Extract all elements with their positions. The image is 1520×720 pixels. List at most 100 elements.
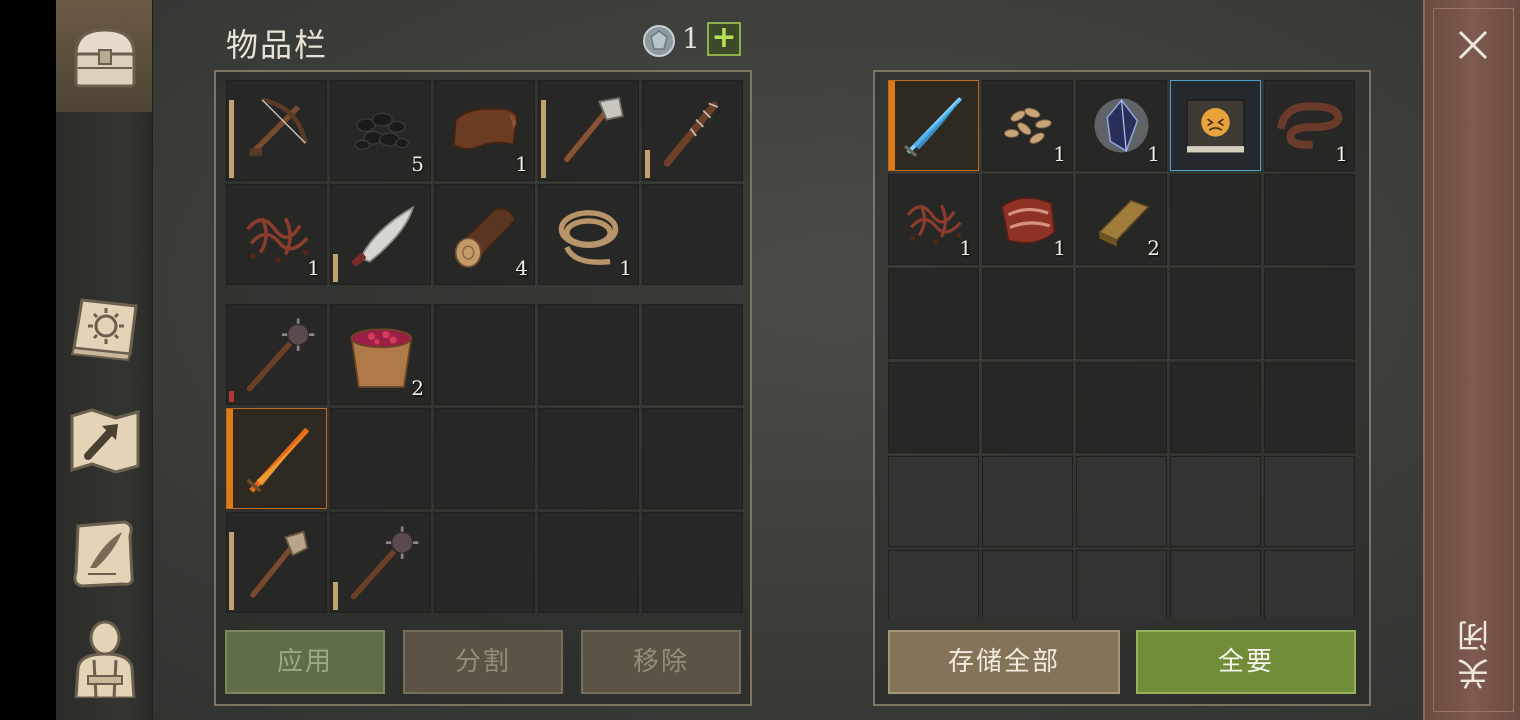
empty-slot[interactable]: [642, 304, 743, 405]
locked-slot: [1076, 550, 1167, 618]
durability-bar: [541, 100, 546, 178]
durability-bar: [229, 532, 234, 610]
empty-slot[interactable]: [888, 268, 979, 359]
item-slot-stone-axe[interactable]: [538, 80, 639, 181]
item-quantity: 1: [959, 236, 972, 260]
backpack-grid: 2: [226, 304, 743, 613]
crossbow-icon: [235, 87, 318, 174]
sun-book-icon[interactable]: [64, 288, 146, 370]
inventory-title: 物品栏: [226, 26, 329, 64]
rarity-bar: [227, 409, 233, 508]
mace-icon: [235, 311, 318, 398]
empty-slot[interactable]: [642, 408, 743, 509]
item-slot-skill-book[interactable]: [1170, 80, 1261, 171]
rope-icon: [547, 191, 630, 278]
item-slot-seeds[interactable]: 1: [982, 80, 1073, 171]
item-slot-torch[interactable]: [226, 512, 327, 613]
close-panel[interactable]: [1423, 0, 1520, 720]
item-quantity: 1: [307, 256, 320, 280]
rarity-bar: [889, 81, 895, 170]
berry-bucket-icon: [339, 311, 422, 398]
leather-icon: [443, 87, 526, 174]
empty-slot[interactable]: [642, 512, 743, 613]
locked-slot: [888, 456, 979, 547]
item-slot-mace[interactable]: [330, 512, 431, 613]
empty-slot[interactable]: [982, 268, 1073, 359]
empty-slot[interactable]: [1264, 268, 1355, 359]
item-slot-crossbow[interactable]: [226, 80, 327, 181]
item-slot-iron-ingot[interactable]: 2: [1076, 174, 1167, 265]
locked-slot: [1170, 456, 1261, 547]
empty-slot[interactable]: [434, 304, 535, 405]
split-button[interactable]: 分割: [403, 630, 563, 694]
quest-scroll-icon[interactable]: [64, 512, 146, 594]
item-slot-flame-sword[interactable]: [226, 408, 327, 509]
item-quantity: 1: [619, 256, 632, 280]
log-icon: [443, 191, 526, 278]
sidebar: [56, 0, 153, 720]
item-slot-spiked-club[interactable]: [642, 80, 743, 181]
locked-slot: [1076, 456, 1167, 547]
coal-icon: [339, 87, 422, 174]
locked-slot: [888, 550, 979, 618]
map-icon[interactable]: [64, 400, 146, 482]
item-slot-rope[interactable]: 1: [538, 184, 639, 285]
item-slot-tendons[interactable]: 1: [888, 174, 979, 265]
empty-slot[interactable]: [642, 184, 743, 285]
item-slot-raw-meat[interactable]: 1: [982, 174, 1073, 265]
spiked-club-icon: [651, 87, 734, 174]
empty-slot[interactable]: [982, 362, 1073, 453]
item-slot-mace[interactable]: [226, 304, 327, 405]
empty-slot[interactable]: [538, 304, 639, 405]
empty-slot[interactable]: [888, 362, 979, 453]
empty-slot[interactable]: [1076, 362, 1167, 453]
locked-slot: [1264, 550, 1355, 618]
empty-slot[interactable]: [1076, 268, 1167, 359]
machete-icon: [339, 191, 422, 278]
game-screen: 物品栏 1 + 51141 2 111112 应用 分割 移除 存储全部 全要 …: [0, 0, 1520, 720]
item-slot-berry-bucket[interactable]: 2: [330, 304, 431, 405]
close-icon[interactable]: [1450, 22, 1496, 68]
store-all-button[interactable]: 存储全部: [888, 630, 1120, 694]
storage-grid: 1 1 1 1 1 2: [888, 80, 1355, 618]
empty-slot[interactable]: [1170, 362, 1261, 453]
item-slot-leather-strip[interactable]: 1: [1264, 80, 1355, 171]
item-quantity: 2: [1147, 236, 1160, 260]
item-slot-tendons[interactable]: 1: [226, 184, 327, 285]
close-label[interactable]: 关闭: [1452, 614, 1494, 690]
coin-icon: [642, 24, 676, 58]
add-coin-button[interactable]: +: [707, 22, 741, 56]
item-slot-frost-sword[interactable]: [888, 80, 979, 171]
take-all-button[interactable]: 全要: [1136, 630, 1356, 694]
empty-slot[interactable]: [1170, 174, 1261, 265]
apply-button[interactable]: 应用: [225, 630, 385, 694]
item-slot-machete[interactable]: [330, 184, 431, 285]
empty-slot[interactable]: [538, 512, 639, 613]
tendons-icon: [235, 191, 318, 278]
frost-sword-icon: [897, 87, 970, 164]
empty-slot[interactable]: [1264, 174, 1355, 265]
item-quantity: 1: [515, 152, 528, 176]
item-quantity: 2: [411, 376, 424, 400]
item-quantity: 1: [1053, 236, 1066, 260]
empty-slot[interactable]: [538, 408, 639, 509]
item-slot-log[interactable]: 4: [434, 184, 535, 285]
character-icon[interactable]: [64, 616, 146, 700]
empty-slot[interactable]: [1170, 268, 1261, 359]
remove-button[interactable]: 移除: [581, 630, 741, 694]
screen-edge: [0, 0, 56, 720]
item-slot-coal[interactable]: 5: [330, 80, 431, 181]
empty-slot[interactable]: [1264, 362, 1355, 453]
chest-icon[interactable]: [64, 16, 146, 98]
item-slot-crystal[interactable]: 1: [1076, 80, 1167, 171]
locked-slot: [982, 456, 1073, 547]
skill-book-icon: [1179, 87, 1252, 164]
flame-sword-icon: [235, 415, 318, 502]
item-slot-leather[interactable]: 1: [434, 80, 535, 181]
empty-slot[interactable]: [330, 408, 431, 509]
locked-slot: [1264, 456, 1355, 547]
quick-slot-grid: 5 1 1 4 1: [226, 80, 743, 285]
empty-slot[interactable]: [434, 408, 535, 509]
stone-axe-icon: [547, 87, 630, 174]
empty-slot[interactable]: [434, 512, 535, 613]
